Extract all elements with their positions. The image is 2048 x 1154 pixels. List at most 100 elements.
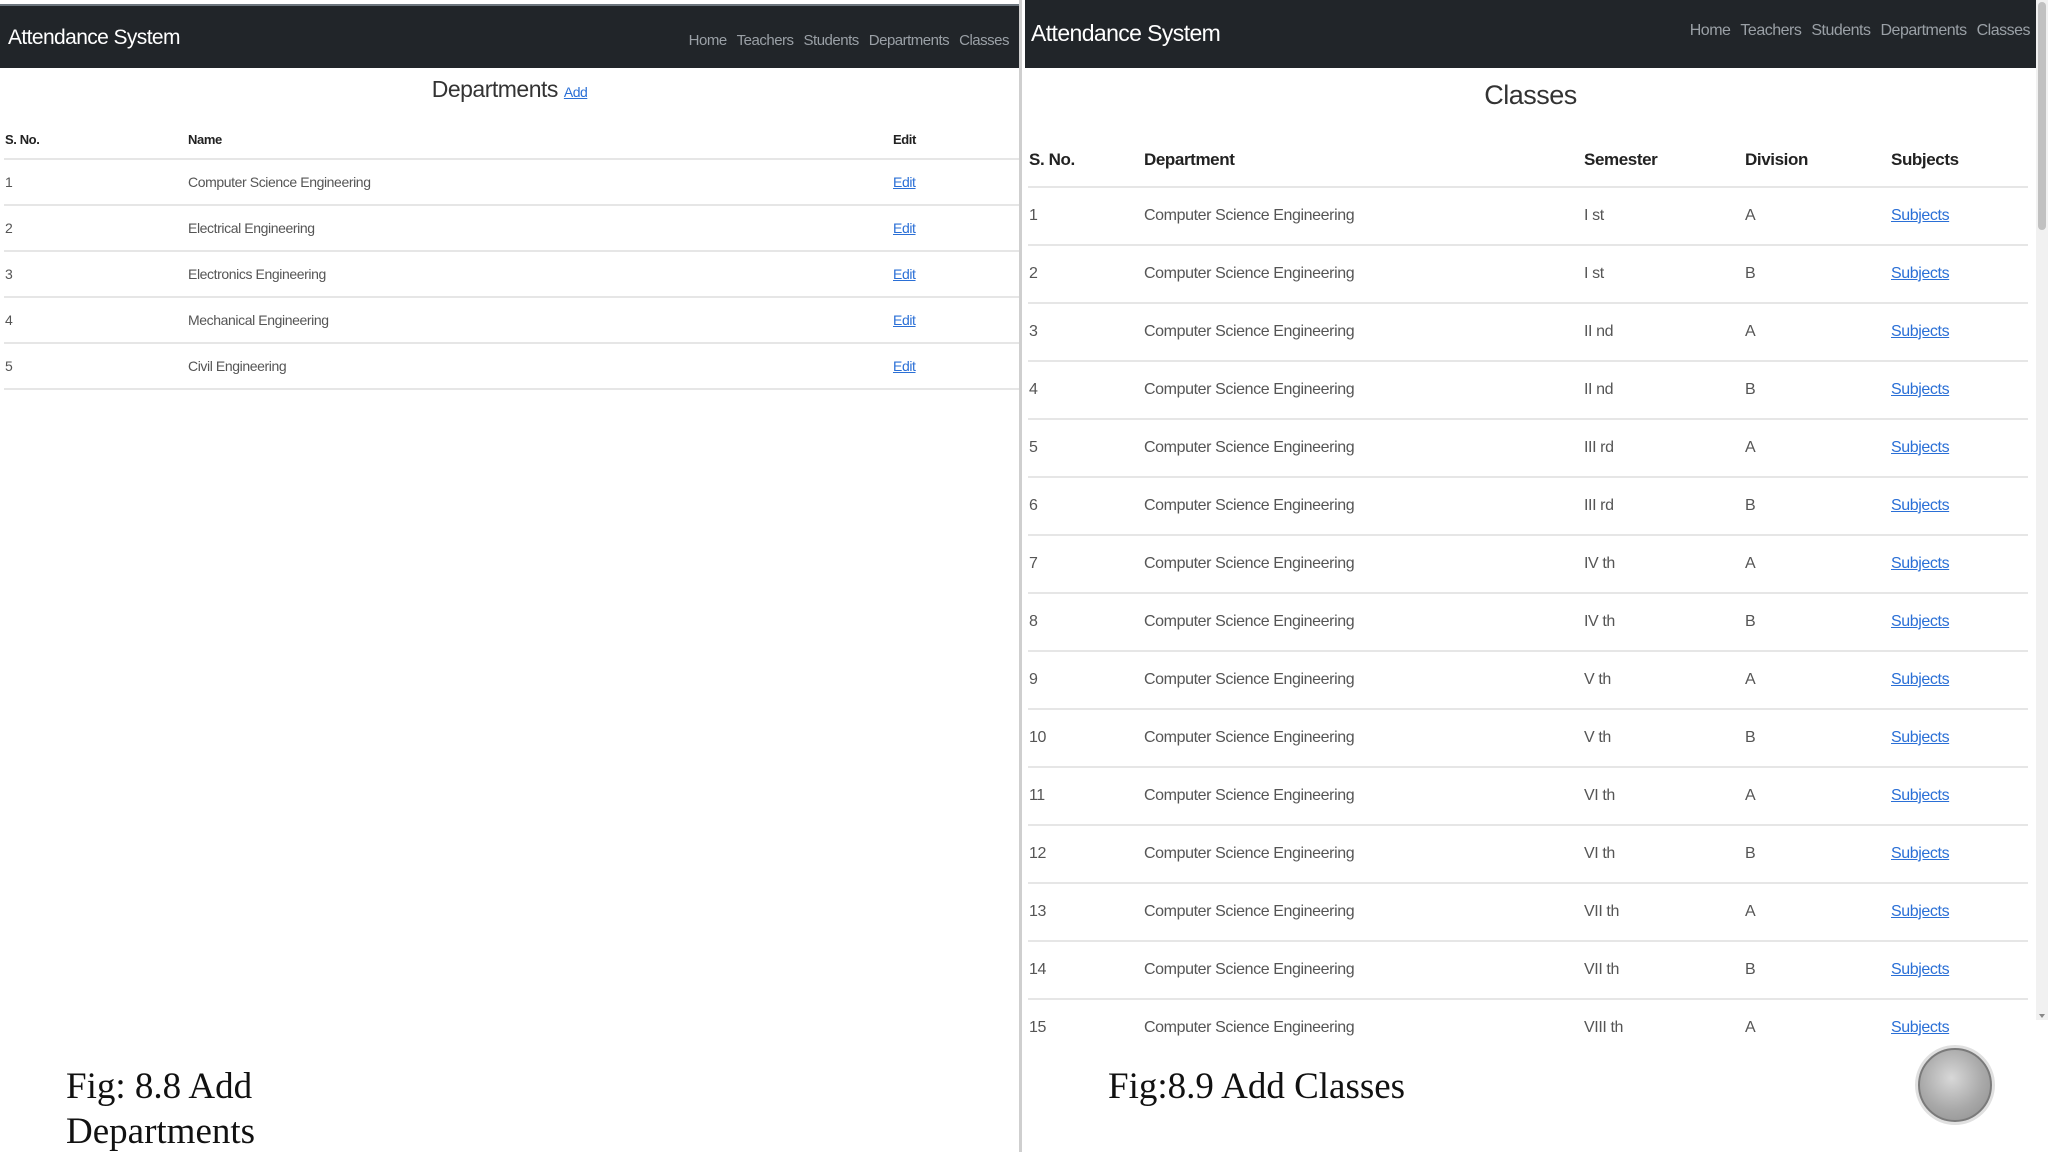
vertical-scrollbar[interactable]: [2036, 0, 2048, 1020]
classes-screenshot: Attendance System Home Teachers Students…: [1025, 0, 2048, 1152]
brand[interactable]: Attendance System: [8, 26, 181, 50]
table-row: 3 Computer Science Engineering II nd A Subje…: [1028, 302, 2028, 361]
cell-sno: 15: [1028, 998, 1143, 1056]
scroll-down-arrow-icon[interactable]: [2039, 1014, 2045, 1018]
cell-sno: 2: [4, 204, 187, 251]
nav-teachers[interactable]: Teachers: [1740, 22, 1801, 40]
cell-sno: 4: [1028, 360, 1143, 419]
subjects-link[interactable]: Subjects: [1891, 439, 1950, 456]
cell-division: B: [1744, 476, 1890, 535]
nav-links: Home Teachers Students Departments Class…: [1690, 22, 2031, 40]
cell-division: B: [1744, 592, 1890, 651]
subjects-link[interactable]: Subjects: [1891, 265, 1950, 282]
add-department-link[interactable]: Add: [564, 84, 588, 100]
cell-division: B: [1744, 940, 1890, 999]
table-row: 5 Civil Engineering Edit: [4, 342, 1019, 390]
nav-departments[interactable]: Departments: [1881, 22, 1968, 40]
table-row: 13 Computer Science Engineering VII th A Sub…: [1028, 882, 2028, 941]
table-row: 2 Electrical Engineering Edit: [4, 204, 1019, 251]
edit-link[interactable]: Edit: [893, 266, 916, 282]
cell-semester: V th: [1583, 650, 1744, 709]
cell-sno: 1: [1028, 186, 1143, 245]
navbar: Attendance System Home Teachers Students…: [0, 4, 1019, 68]
col-header-division: Division: [1745, 150, 1808, 169]
cell-sno: 8: [1028, 592, 1143, 651]
brand[interactable]: Attendance System: [1031, 20, 1221, 47]
page-title: Classes: [1484, 80, 1577, 110]
edit-link[interactable]: Edit: [893, 312, 916, 328]
subjects-link[interactable]: Subjects: [1891, 555, 1950, 572]
edit-link[interactable]: Edit: [893, 220, 916, 236]
figure-caption-departments: Fig: 8.8 Add Departments: [66, 1066, 256, 1152]
subjects-link[interactable]: Subjects: [1891, 845, 1950, 862]
figure-caption-classes: Fig:8.9 Add Classes: [1108, 1066, 1406, 1107]
cell-department: Computer Science Engineering: [1143, 824, 1583, 883]
cell-sno: 13: [1028, 882, 1143, 941]
cell-sno: 4: [4, 296, 187, 343]
departments-screenshot: Attendance System Home Teachers Students…: [0, 0, 1022, 1152]
departments-table: S. No. Name Edit 1 Computer Science Engin…: [4, 120, 1019, 390]
subjects-link[interactable]: Subjects: [1891, 671, 1950, 688]
scrollbar-thumb[interactable]: [2038, 2, 2046, 230]
cell-division: A: [1744, 882, 1890, 941]
table-header-row: S. No. Name Edit: [4, 120, 1019, 159]
cell-subjects: Subjects: [1890, 650, 2028, 709]
subjects-link[interactable]: Subjects: [1891, 1019, 1950, 1036]
cell-subjects: Subjects: [1890, 476, 2028, 535]
cell-subjects: Subjects: [1890, 534, 2028, 593]
nav-classes[interactable]: Classes: [1977, 22, 2031, 40]
nav-home[interactable]: Home: [1690, 22, 1731, 40]
subjects-link[interactable]: Subjects: [1891, 613, 1950, 630]
cell-subjects: Subjects: [1890, 360, 2028, 419]
nav-home[interactable]: Home: [689, 32, 728, 49]
nav-classes[interactable]: Classes: [959, 32, 1009, 49]
table-row: 2 Computer Science Engineering I st B Subjec…: [1028, 244, 2028, 303]
subjects-link[interactable]: Subjects: [1891, 787, 1950, 804]
edit-link[interactable]: Edit: [893, 358, 916, 374]
subjects-link[interactable]: Subjects: [1891, 381, 1950, 398]
cell-division: A: [1744, 650, 1890, 709]
departments-table-body: 1 Computer Science Engineering Edit 2 Electr…: [4, 158, 1019, 390]
cell-division: B: [1744, 360, 1890, 419]
cell-department: Computer Science Engineering: [1143, 534, 1583, 593]
cell-department: Computer Science Engineering: [1143, 476, 1583, 535]
subjects-link[interactable]: Subjects: [1891, 729, 1950, 746]
cell-department: Computer Science Engineering: [1143, 360, 1583, 419]
cell-division: A: [1744, 534, 1890, 593]
cell-department: Computer Science Engineering: [1143, 882, 1583, 941]
cell-sno: 3: [1028, 302, 1143, 361]
cell-sno: 3: [4, 250, 187, 297]
cell-subjects: Subjects: [1890, 302, 2028, 361]
cell-edit: Edit: [892, 342, 1019, 390]
cell-semester: II nd: [1583, 360, 1744, 419]
cell-division: A: [1744, 418, 1890, 477]
subjects-link[interactable]: Subjects: [1891, 961, 1950, 978]
nav-students[interactable]: Students: [804, 32, 860, 49]
slide-navigation-button[interactable]: [1918, 1048, 1992, 1122]
cell-name: Electrical Engineering: [187, 204, 892, 251]
cell-division: A: [1744, 302, 1890, 361]
subjects-link[interactable]: Subjects: [1891, 497, 1950, 514]
col-header-name: Name: [188, 131, 222, 147]
subjects-link[interactable]: Subjects: [1891, 323, 1950, 340]
col-header-sno: S. No.: [5, 131, 40, 147]
edit-link[interactable]: Edit: [893, 174, 916, 190]
cell-department: Computer Science Engineering: [1143, 244, 1583, 303]
cell-division: B: [1744, 708, 1890, 767]
cell-subjects: Subjects: [1890, 882, 2028, 941]
cell-department: Computer Science Engineering: [1143, 650, 1583, 709]
table-header-row: S. No. Department Semester Division Subj…: [1028, 134, 2028, 187]
nav-teachers[interactable]: Teachers: [737, 32, 794, 49]
cell-division: B: [1744, 244, 1890, 303]
subjects-link[interactable]: Subjects: [1891, 207, 1950, 224]
cell-subjects: Subjects: [1890, 708, 2028, 767]
nav-departments[interactable]: Departments: [869, 32, 950, 49]
table-row: 4 Computer Science Engineering II nd B Subje…: [1028, 360, 2028, 419]
cell-subjects: Subjects: [1890, 186, 2028, 245]
table-row: 14 Computer Science Engineering VII th B Sub…: [1028, 940, 2028, 999]
cell-sno: 2: [1028, 244, 1143, 303]
cell-sno: 5: [1028, 418, 1143, 477]
subjects-link[interactable]: Subjects: [1891, 903, 1950, 920]
cell-sno: 6: [1028, 476, 1143, 535]
nav-students[interactable]: Students: [1811, 22, 1871, 40]
